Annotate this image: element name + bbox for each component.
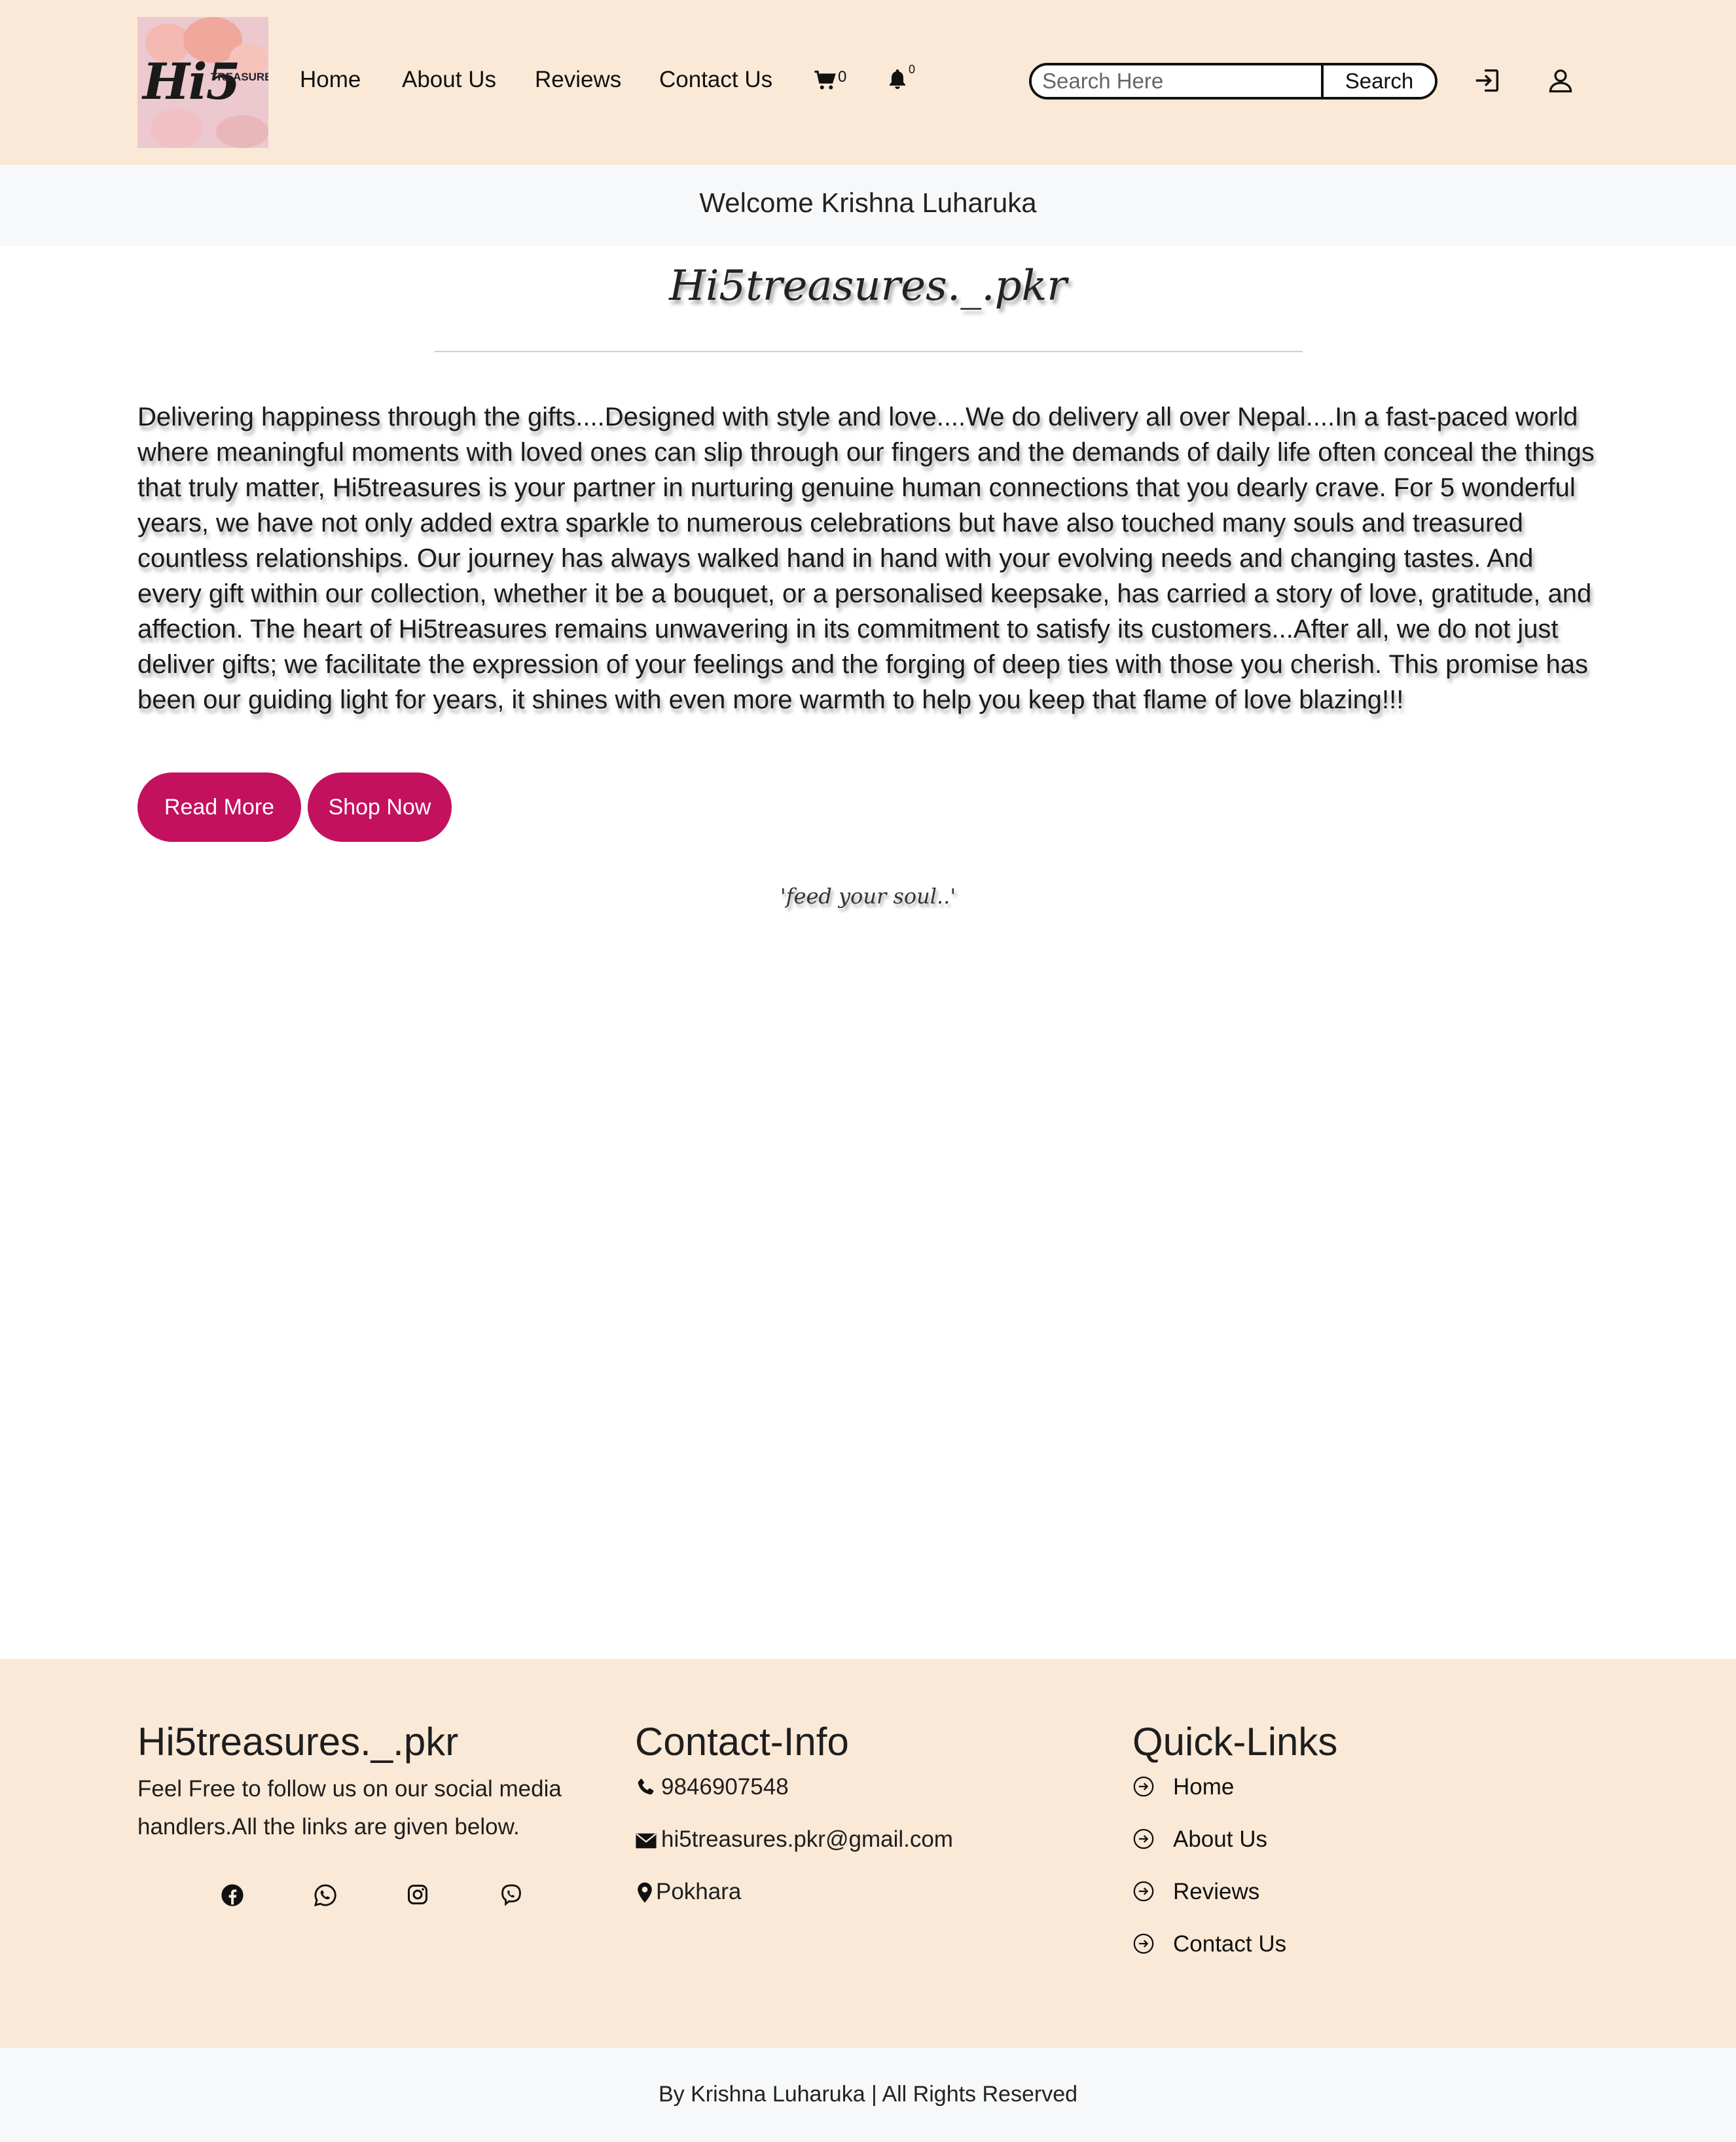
envelope-icon: [636, 1833, 657, 1849]
notification-count-badge: 0: [909, 63, 916, 76]
contact-email-text: hi5treasures.pkr@gmail.com: [661, 1826, 953, 1852]
tagline: 'feed your soul..': [780, 884, 956, 909]
nav-home[interactable]: Home: [300, 67, 361, 93]
facebook-icon[interactable]: [220, 1883, 246, 1909]
instagram-icon[interactable]: [406, 1883, 432, 1909]
logo-sub-text: TREASURES: [211, 71, 268, 83]
quick-link-label: About Us: [1173, 1826, 1267, 1852]
contact-location-text: Pokhara: [656, 1879, 742, 1904]
phone-icon: [638, 1779, 654, 1795]
nav-contact-us[interactable]: Contact Us: [659, 67, 772, 93]
bell-icon[interactable]: [888, 68, 907, 94]
quick-link-label: Contact Us: [1173, 1931, 1287, 1957]
login-icon[interactable]: [1472, 65, 1503, 99]
map-pin-icon: [638, 1882, 652, 1903]
quick-link-label: Home: [1173, 1774, 1235, 1800]
search-button[interactable]: Search: [1321, 65, 1435, 97]
title-divider: [435, 351, 1303, 352]
contact-phone-text: 9846907548: [661, 1774, 789, 1800]
welcome-bar: Welcome Krishna Luharuka: [0, 165, 1736, 246]
copyright-bar: By Krishna Luharuka | All Rights Reserve…: [0, 2048, 1736, 2142]
site-header: Hi5 TREASURES Home About Us Reviews Cont…: [0, 0, 1736, 165]
footer-brand-heading: Hi5treasures._.pkr: [137, 1720, 459, 1764]
nav-reviews[interactable]: Reviews: [535, 67, 621, 93]
whatsapp-icon[interactable]: [313, 1883, 339, 1909]
quick-links-heading: Quick-Links: [1132, 1720, 1338, 1764]
contact-info-heading: Contact-Info: [635, 1720, 849, 1764]
search-form: Search: [1029, 63, 1438, 100]
site-footer: Hi5treasures._.pkr Feel Free to follow u…: [0, 1659, 1736, 2048]
search-input[interactable]: [1032, 65, 1320, 97]
welcome-message: Welcome Krishna Luharuka: [699, 187, 1037, 218]
shop-now-button[interactable]: Shop Now: [308, 772, 452, 842]
quick-link-label: Reviews: [1173, 1879, 1260, 1904]
cart-icon[interactable]: [814, 69, 837, 95]
arrow-right-circle-icon: [1133, 1776, 1154, 1797]
cart-count-badge: 0: [838, 68, 847, 86]
arrow-right-circle-icon: [1133, 1828, 1154, 1849]
intro-paragraph: Delivering happiness through the gifts..…: [137, 403, 1595, 714]
footer-about-text: Feel Free to follow us on our social med…: [137, 1776, 562, 1840]
nav-about-us[interactable]: About Us: [402, 67, 496, 93]
copyright-text: By Krishna Luharuka | All Rights Reserve…: [658, 2082, 1078, 2107]
arrow-right-circle-icon: [1133, 1881, 1154, 1902]
site-logo[interactable]: Hi5 TREASURES: [137, 17, 268, 148]
read-more-button[interactable]: Read More: [137, 772, 301, 842]
arrow-right-circle-icon: [1133, 1933, 1154, 1954]
brand-title: Hi5treasures._.pkr: [669, 262, 1067, 310]
viber-icon[interactable]: [499, 1883, 525, 1909]
user-icon[interactable]: [1546, 65, 1575, 99]
